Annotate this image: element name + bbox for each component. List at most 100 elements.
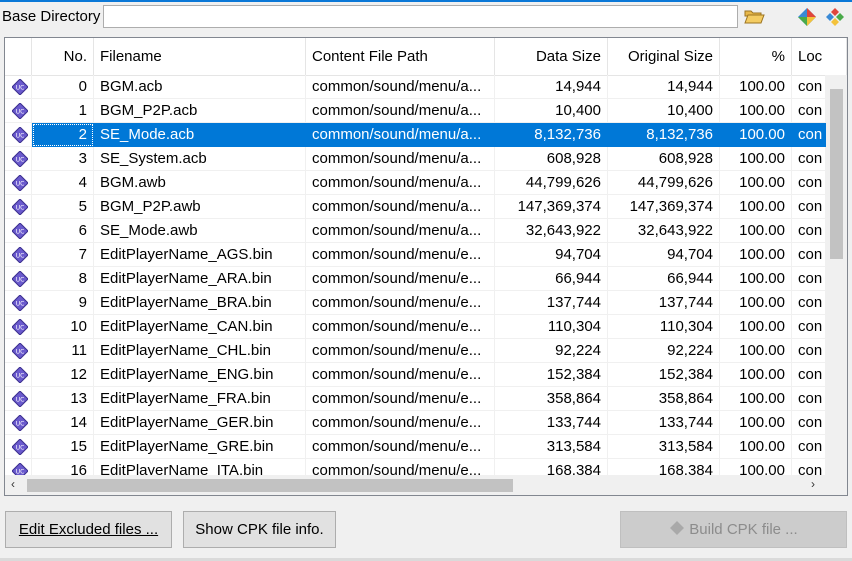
multi-diamond-icon[interactable] bbox=[825, 7, 845, 27]
table-row[interactable]: UC 4 BGM.awb common/sound/menu/a... 44,799,6… bbox=[5, 171, 826, 195]
row-percent: 100.00 bbox=[720, 243, 792, 267]
row-location: con bbox=[792, 171, 826, 195]
table-row[interactable]: UC 12 EditPlayerName_ENG.bin common/sound/m… bbox=[5, 363, 826, 387]
uc-diamond-icon: UC bbox=[5, 99, 32, 123]
header-percent[interactable]: % bbox=[720, 38, 792, 75]
row-no: 15 bbox=[32, 435, 94, 459]
vertical-scrollbar[interactable] bbox=[826, 75, 847, 475]
row-filename: SE_System.acb bbox=[94, 147, 306, 171]
row-percent: 100.00 bbox=[720, 195, 792, 219]
table-row[interactable]: UC 10 EditPlayerName_CAN.bin common/sound/m… bbox=[5, 315, 826, 339]
row-filename: EditPlayerName_CAN.bin bbox=[94, 315, 306, 339]
uc-diamond-icon: UC bbox=[5, 387, 32, 411]
row-percent: 100.00 bbox=[720, 99, 792, 123]
row-filename: EditPlayerName_FRA.bin bbox=[94, 387, 306, 411]
window-top-border bbox=[0, 0, 852, 2]
row-original-size: 313,584 bbox=[608, 435, 720, 459]
row-no: 14 bbox=[32, 411, 94, 435]
svg-text:UC: UC bbox=[16, 301, 25, 308]
edit-excluded-label: Edit Excluded files ... bbox=[18, 521, 159, 538]
row-content-path: common/sound/menu/a... bbox=[306, 147, 495, 171]
row-location: con bbox=[792, 267, 826, 291]
row-no: 13 bbox=[32, 387, 94, 411]
table-row[interactable]: UC 3 SE_System.acb common/sound/menu/a... 60… bbox=[5, 147, 826, 171]
scroll-right-icon[interactable]: › bbox=[811, 477, 815, 491]
svg-text:UC: UC bbox=[16, 133, 25, 140]
build-diamond-icon bbox=[670, 521, 685, 535]
row-content-path: common/sound/menu/e... bbox=[306, 315, 495, 339]
file-table[interactable]: No. Filename Content File Path Data Size… bbox=[4, 37, 848, 496]
row-original-size: 147,369,374 bbox=[608, 195, 720, 219]
row-no: 5 bbox=[32, 195, 94, 219]
build-cpk-label: Build CPK file ... bbox=[689, 521, 798, 538]
row-percent: 100.00 bbox=[720, 411, 792, 435]
header-filename[interactable]: Filename bbox=[94, 38, 306, 75]
edit-excluded-button[interactable]: Edit Excluded files ... bbox=[5, 511, 172, 548]
color-diamond-icon[interactable] bbox=[797, 7, 817, 27]
uc-diamond-icon: UC bbox=[5, 267, 32, 291]
row-filename: EditPlayerName_CHL.bin bbox=[94, 339, 306, 363]
row-no: 11 bbox=[32, 339, 94, 363]
header-no[interactable]: No. bbox=[32, 38, 94, 75]
folder-open-icon[interactable] bbox=[743, 5, 765, 27]
table-row[interactable]: UC 11 EditPlayerName_CHL.bin common/sound/m… bbox=[5, 339, 826, 363]
row-content-path: common/sound/menu/e... bbox=[306, 411, 495, 435]
row-original-size: 137,744 bbox=[608, 291, 720, 315]
table-row[interactable]: UC 13 EditPlayerName_FRA.bin common/sound/m… bbox=[5, 387, 826, 411]
row-location: con bbox=[792, 435, 826, 459]
table-row[interactable]: UC 8 EditPlayerName_ARA.bin common/sound/me… bbox=[5, 267, 826, 291]
svg-text:UC: UC bbox=[16, 277, 25, 284]
horizontal-scrollbar[interactable]: ‹ › bbox=[5, 475, 847, 495]
table-row[interactable]: UC 5 BGM_P2P.awb common/sound/menu/a... 147,… bbox=[5, 195, 826, 219]
table-row[interactable]: UC 6 SE_Mode.awb common/sound/menu/a... 32,6… bbox=[5, 219, 826, 243]
row-content-path: common/sound/menu/a... bbox=[306, 219, 495, 243]
table-row[interactable]: UC 1 BGM_P2P.acb common/sound/menu/a... 10,4… bbox=[5, 99, 826, 123]
header-original-size[interactable]: Original Size bbox=[608, 38, 720, 75]
table-row[interactable]: UC 14 EditPlayerName_GER.bin common/sound/m… bbox=[5, 411, 826, 435]
uc-diamond-icon: UC bbox=[5, 219, 32, 243]
row-original-size: 10,400 bbox=[608, 99, 720, 123]
table-row[interactable]: UC 15 EditPlayerName_GRE.bin common/sound/m… bbox=[5, 435, 826, 459]
build-cpk-button[interactable]: Build CPK file ... bbox=[620, 511, 847, 548]
table-row[interactable]: UC 0 BGM.acb common/sound/menu/a... 14,944 14… bbox=[5, 75, 826, 99]
row-original-size: 110,304 bbox=[608, 315, 720, 339]
row-location: con bbox=[792, 147, 826, 171]
svg-text:UC: UC bbox=[16, 253, 25, 260]
row-filename: EditPlayerName_ARA.bin bbox=[94, 267, 306, 291]
horizontal-scroll-thumb[interactable] bbox=[27, 479, 513, 492]
row-data-size: 14,944 bbox=[495, 75, 608, 99]
row-data-size: 8,132,736 bbox=[495, 123, 608, 147]
base-directory-input[interactable] bbox=[103, 5, 738, 28]
header-data-size[interactable]: Data Size bbox=[495, 38, 608, 75]
row-content-path: common/sound/menu/a... bbox=[306, 171, 495, 195]
row-original-size: 358,864 bbox=[608, 387, 720, 411]
header-content-path[interactable]: Content File Path bbox=[306, 38, 495, 75]
row-location: con bbox=[792, 243, 826, 267]
row-data-size: 608,928 bbox=[495, 147, 608, 171]
row-content-path: common/sound/menu/a... bbox=[306, 99, 495, 123]
row-no: 6 bbox=[32, 219, 94, 243]
row-location: con bbox=[792, 387, 826, 411]
row-no: 0 bbox=[32, 75, 94, 99]
table-row[interactable]: UC 2 SE_Mode.acb common/sound/menu/a... 8,13… bbox=[5, 123, 826, 147]
table-row[interactable]: UC 7 EditPlayerName_AGS.bin common/sound/me… bbox=[5, 243, 826, 267]
scroll-left-icon[interactable]: ‹ bbox=[11, 477, 15, 491]
svg-text:UC: UC bbox=[16, 325, 25, 332]
svg-text:UC: UC bbox=[16, 157, 25, 164]
row-original-size: 152,384 bbox=[608, 363, 720, 387]
uc-diamond-icon: UC bbox=[5, 339, 32, 363]
header-icon-col bbox=[5, 38, 32, 75]
svg-text:UC: UC bbox=[16, 445, 25, 452]
row-no: 2 bbox=[32, 123, 94, 147]
svg-text:UC: UC bbox=[16, 373, 25, 380]
row-percent: 100.00 bbox=[720, 387, 792, 411]
row-content-path: common/sound/menu/a... bbox=[306, 75, 495, 99]
row-location: con bbox=[792, 339, 826, 363]
row-data-size: 66,944 bbox=[495, 267, 608, 291]
table-row[interactable]: UC 9 EditPlayerName_BRA.bin common/sound/me… bbox=[5, 291, 826, 315]
row-filename: EditPlayerName_BRA.bin bbox=[94, 291, 306, 315]
row-filename: SE_Mode.acb bbox=[94, 123, 306, 147]
header-location[interactable]: Loc bbox=[792, 38, 847, 75]
show-cpk-info-button[interactable]: Show CPK file info. bbox=[183, 511, 336, 548]
vertical-scroll-thumb[interactable] bbox=[830, 89, 843, 259]
